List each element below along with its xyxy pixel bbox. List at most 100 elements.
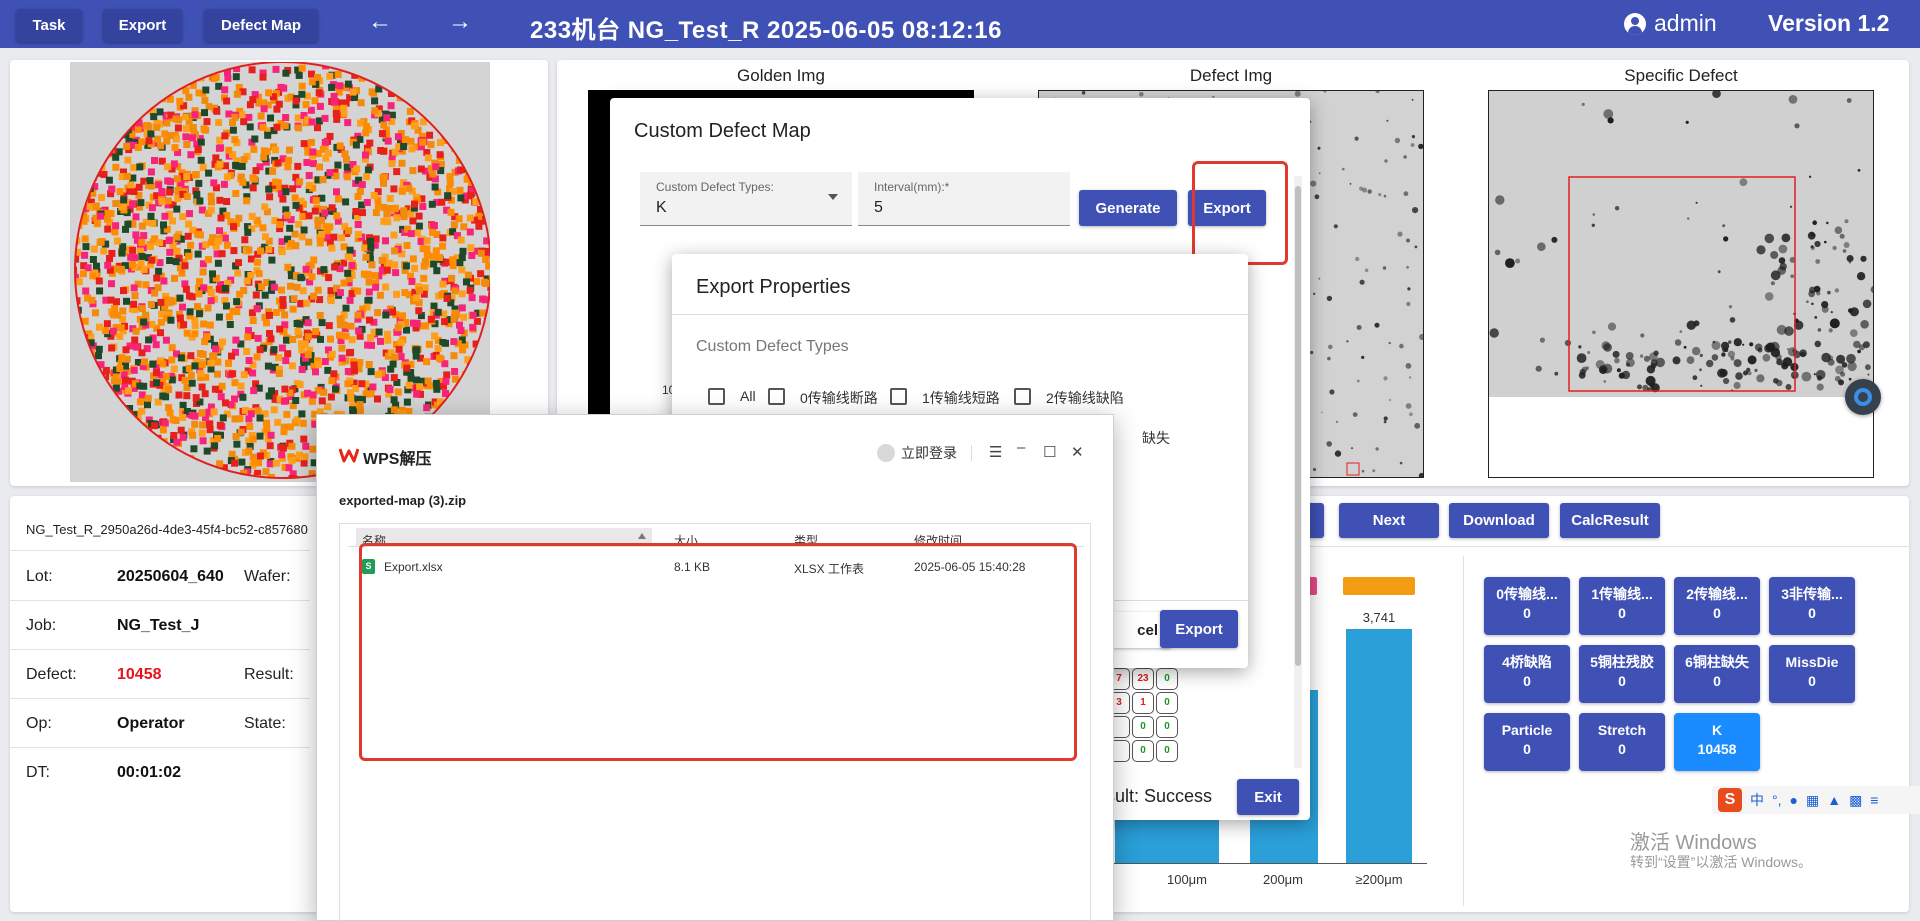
defect-type-count: 0: [1618, 605, 1626, 621]
next-button[interactable]: Next: [1339, 503, 1439, 538]
map-cell[interactable]: 23: [1132, 668, 1154, 690]
login-text: 立即登录: [901, 445, 957, 461]
minimize-icon[interactable]: –: [1017, 439, 1025, 456]
info-divider: [10, 600, 310, 601]
defect-type-button[interactable]: 1传输线... 0: [1579, 577, 1665, 635]
wps-unzip-window: WPS解压 立即登录 ☰ – ☐ ✕ exported-map (3).zip …: [316, 414, 1114, 921]
defect-type-name: Particle: [1501, 722, 1553, 738]
login-link[interactable]: 立即登录: [877, 443, 957, 463]
defect-type-count: 0: [1713, 673, 1721, 689]
state-label: State:: [244, 715, 286, 732]
assistant-float-button[interactable]: [1845, 379, 1881, 415]
calc-result-button[interactable]: CalcResult: [1560, 503, 1660, 538]
bar-2: [1155, 818, 1219, 863]
close-icon[interactable]: ✕: [1071, 443, 1084, 461]
forward-arrow-icon[interactable]: →: [448, 8, 472, 36]
dialog-scrollbar[interactable]: [1294, 176, 1302, 768]
defect-map-button[interactable]: Defect Map: [204, 9, 318, 42]
export-confirm-button[interactable]: Export: [1160, 610, 1238, 648]
defect-type-button[interactable]: Stretch 0: [1579, 713, 1665, 771]
map-cell[interactable]: 0: [1156, 740, 1178, 762]
x-axis: [1112, 863, 1427, 864]
dialog-title: Custom Defect Map: [634, 120, 811, 142]
menu-icon[interactable]: ≡: [1870, 792, 1878, 808]
defect-count-value: 10458: [117, 666, 162, 683]
ime-toolbar[interactable]: S 中 °, ● ▦ ▲ ▩ ≡: [1712, 786, 1920, 814]
defect-type-count: 0: [1523, 741, 1531, 757]
defect-type-name: 4桥缺陷: [1502, 654, 1552, 670]
user-menu[interactable]: admin: [1624, 10, 1717, 37]
defect-type-button[interactable]: 2传输线... 0: [1674, 577, 1760, 635]
defect-type-button[interactable]: 4桥缺陷 0: [1484, 645, 1570, 703]
field-value: 5: [874, 199, 883, 216]
defect-type-name: 6铜柱缺失: [1685, 654, 1749, 670]
defect-type-count: 0: [1808, 605, 1816, 621]
map-cell[interactable]: 1: [1132, 692, 1154, 714]
defect-type-button[interactable]: MissDie 0: [1769, 645, 1855, 703]
defect-type-button[interactable]: 0传输线... 0: [1484, 577, 1570, 635]
exit-button[interactable]: Exit: [1237, 779, 1299, 815]
defect-type-count: 0: [1618, 673, 1626, 689]
dialog-subtitle: Custom Defect Types: [696, 338, 849, 355]
map-cell[interactable]: 0: [1156, 692, 1178, 714]
dialog-divider: [672, 314, 1248, 315]
map-cell[interactable]: 0: [1156, 716, 1178, 738]
defect-type-name: 1传输线...: [1591, 586, 1653, 602]
defect-type-button[interactable]: K 10458: [1674, 713, 1760, 771]
map-cell[interactable]: 0: [1132, 740, 1154, 762]
info-divider: [10, 550, 310, 551]
checkbox-label: 0传输线断路: [800, 390, 878, 406]
defect-type-count: 10458: [1697, 741, 1737, 757]
bar-4: [1346, 629, 1412, 863]
defect-type-count: 0: [1618, 741, 1626, 757]
defect-type-name: 0传输线...: [1496, 586, 1558, 602]
info-divider: [10, 698, 310, 699]
checkbox-type-0[interactable]: [768, 388, 785, 405]
microphone-icon[interactable]: ●: [1790, 792, 1798, 808]
bar-data-label: 3,741: [1362, 610, 1396, 625]
wps-title: WPS解压: [363, 451, 432, 468]
back-arrow-icon[interactable]: ←: [368, 8, 392, 36]
highlight-box: [359, 543, 1077, 761]
punctuation-icon[interactable]: °,: [1772, 792, 1782, 808]
custom-defect-types-select[interactable]: Custom Defect Types: K: [640, 172, 852, 226]
archive-name: exported-map (3).zip: [339, 493, 467, 508]
defect-type-button[interactable]: 6铜柱缺失 0: [1674, 645, 1760, 703]
menu-icon[interactable]: ☰: [989, 443, 1002, 461]
checkbox-type-1[interactable]: [890, 388, 907, 405]
checkbox-label: 缺失: [1142, 430, 1170, 446]
download-button[interactable]: Download: [1449, 503, 1549, 538]
toolbox-icon[interactable]: ▩: [1849, 792, 1862, 809]
skin-icon[interactable]: ▲: [1827, 792, 1841, 808]
info-divider: [10, 747, 310, 748]
defect-img-title: Defect Img: [1189, 66, 1273, 85]
defect-type-name: MissDie: [1785, 654, 1839, 670]
map-cell[interactable]: 0: [1132, 716, 1154, 738]
dropdown-caret-icon: [828, 194, 838, 200]
map-cell[interactable]: 0: [1156, 668, 1178, 690]
scrollbar-thumb[interactable]: [1295, 186, 1301, 666]
golden-img-title: Golden Img: [737, 66, 825, 85]
defect-type-button[interactable]: 5铜柱残胶 0: [1579, 645, 1665, 703]
export-button[interactable]: Export: [103, 9, 182, 42]
keyboard-icon[interactable]: ▦: [1806, 792, 1819, 809]
defect-type-button[interactable]: 3非传输... 0: [1769, 577, 1855, 635]
defect-type-name: 2传输线...: [1686, 586, 1748, 602]
defect-label: Defect:: [26, 666, 77, 683]
title-divider: [971, 445, 972, 461]
op-label: Op:: [26, 715, 52, 732]
checkbox-type-2[interactable]: [1014, 388, 1031, 405]
maximize-icon[interactable]: ☐: [1043, 443, 1056, 461]
checkbox-all[interactable]: [708, 388, 725, 405]
defect-type-name: K: [1711, 722, 1723, 738]
avatar-icon: [877, 444, 895, 462]
user-name: admin: [1654, 10, 1717, 36]
interval-input[interactable]: Interval(mm):* 5: [858, 172, 1070, 226]
generate-button[interactable]: Generate: [1079, 190, 1177, 226]
dt-value: 00:01:02: [117, 764, 182, 781]
task-button[interactable]: Task: [16, 9, 82, 42]
job-value: NG_Test_J: [117, 617, 200, 634]
defect-type-name: 3非传输...: [1781, 586, 1843, 602]
ime-chinese-mode[interactable]: 中: [1750, 790, 1764, 810]
defect-type-button[interactable]: Particle 0: [1484, 713, 1570, 771]
